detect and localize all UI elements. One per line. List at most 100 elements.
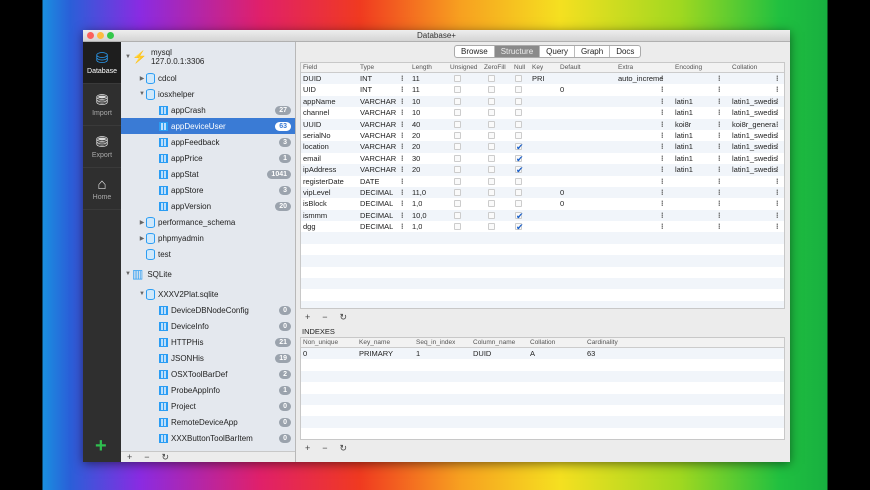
checkbox-null[interactable]: [515, 178, 522, 185]
checkbox-unsigned[interactable]: [454, 200, 461, 207]
cell-length[interactable]: 20: [412, 130, 420, 141]
cell-length[interactable]: 10: [412, 107, 420, 118]
refresh-button[interactable]: ↻: [162, 452, 170, 463]
encoding-stepper-icon[interactable]: ⁝: [718, 210, 721, 221]
cell-field[interactable]: channel: [303, 107, 329, 118]
tab-query[interactable]: Query: [540, 46, 575, 57]
index-row[interactable]: 0PRIMARY1DUIDA63: [301, 348, 784, 359]
encoding-stepper-icon[interactable]: ⁝: [718, 164, 721, 175]
cell-field[interactable]: appName: [303, 96, 336, 107]
cell-default[interactable]: 0: [560, 187, 564, 198]
checkbox-null[interactable]: [515, 75, 522, 82]
tree-connection-item[interactable]: ▼⚡mysql127.0.0.1:3306: [121, 44, 295, 70]
cell-field[interactable]: dgg: [303, 221, 316, 232]
disclosure-open-icon[interactable]: ▼: [124, 54, 132, 60]
checkbox-zerofill[interactable]: [488, 212, 495, 219]
extra-stepper-icon[interactable]: ⁝: [661, 153, 664, 164]
encoding-stepper-icon[interactable]: ⁝: [718, 73, 721, 84]
refresh-button[interactable]: ↻: [340, 312, 348, 323]
extra-stepper-icon[interactable]: ⁝: [661, 176, 664, 187]
tab-docs[interactable]: Docs: [610, 46, 640, 57]
collation-stepper-icon[interactable]: ⁝: [776, 130, 779, 141]
index-row[interactable]: [301, 371, 784, 382]
checkbox-zerofill[interactable]: [488, 143, 495, 150]
encoding-stepper-icon[interactable]: ⁝: [718, 198, 721, 209]
close-button[interactable]: [87, 32, 94, 39]
table-row[interactable]: ismmmDECIMAL10,0✔⁝⁝⁝⁝: [301, 210, 784, 221]
cell-field[interactable]: vipLevel: [303, 187, 331, 198]
index-row[interactable]: [301, 405, 784, 416]
index-row[interactable]: [301, 394, 784, 405]
tree-table-item[interactable]: DeviceDBNodeConfig0: [121, 302, 295, 318]
tree-table-item[interactable]: appPrice1: [121, 150, 295, 166]
add-connection-button[interactable]: +: [95, 435, 107, 458]
remove-button[interactable]: −: [144, 452, 149, 462]
checkbox-null[interactable]: ✔: [515, 212, 522, 219]
table-row[interactable]: ipAddressVARCHAR20✔latin1latin1_swedis⁝⁝…: [301, 164, 784, 175]
extra-stepper-icon[interactable]: ⁝: [661, 96, 664, 107]
cell-default[interactable]: 0: [560, 84, 564, 95]
tree-table-item[interactable]: JSONHis19: [121, 350, 295, 366]
collation-stepper-icon[interactable]: ⁝: [776, 96, 779, 107]
checkbox-unsigned[interactable]: [454, 212, 461, 219]
table-row[interactable]: [301, 244, 784, 255]
encoding-stepper-icon[interactable]: ⁝: [718, 176, 721, 187]
cell-length[interactable]: 11: [412, 84, 420, 95]
cell-field[interactable]: UID: [303, 84, 316, 95]
tree-table-item[interactable]: appStore3: [121, 182, 295, 198]
tree-database-item[interactable]: ▼iosxhelper: [121, 86, 295, 102]
cell-length[interactable]: 20: [412, 164, 420, 175]
collation-stepper-icon[interactable]: ⁝: [776, 221, 779, 232]
cell-length[interactable]: 11: [412, 73, 420, 84]
tree-database-item[interactable]: test: [121, 246, 295, 262]
tree-table-item[interactable]: RemoteDeviceApp0: [121, 414, 295, 430]
checkbox-unsigned[interactable]: [454, 155, 461, 162]
table-row[interactable]: UUIDVARCHAR40koi8rkoi8r_genera⁝⁝⁝⁝: [301, 119, 784, 130]
checkbox-zerofill[interactable]: [488, 98, 495, 105]
collation-stepper-icon[interactable]: ⁝: [776, 84, 779, 95]
checkbox-null[interactable]: ✔: [515, 166, 522, 173]
checkbox-zerofill[interactable]: [488, 132, 495, 139]
table-row[interactable]: DUIDINT11PRIauto_increme⁝⁝⁝⁝: [301, 73, 784, 84]
checkbox-unsigned[interactable]: [454, 121, 461, 128]
encoding-stepper-icon[interactable]: ⁝: [718, 130, 721, 141]
collation-stepper-icon[interactable]: ⁝: [776, 210, 779, 221]
sidebar-item-database[interactable]: ⛁Database: [83, 42, 121, 84]
zoom-button[interactable]: [107, 32, 114, 39]
table-row[interactable]: locationVARCHAR20✔latin1latin1_swedis⁝⁝⁝…: [301, 141, 784, 152]
type-stepper-icon[interactable]: ⁝: [401, 119, 404, 130]
encoding-stepper-icon[interactable]: ⁝: [718, 221, 721, 232]
disclosure-open-icon[interactable]: ▼: [124, 271, 132, 277]
checkbox-null[interactable]: [515, 98, 522, 105]
table-row[interactable]: registerDateDATE⁝⁝⁝⁝: [301, 176, 784, 187]
table-row[interactable]: [301, 267, 784, 278]
checkbox-zerofill[interactable]: [488, 189, 495, 196]
checkbox-null[interactable]: [515, 189, 522, 196]
cell-field[interactable]: isBlock: [303, 198, 327, 209]
extra-stepper-icon[interactable]: ⁝: [661, 198, 664, 209]
encoding-stepper-icon[interactable]: ⁝: [718, 119, 721, 130]
extra-stepper-icon[interactable]: ⁝: [661, 221, 664, 232]
cell-length[interactable]: 1,0: [412, 198, 422, 209]
cell-field[interactable]: DUID: [303, 73, 321, 84]
disclosure-closed-icon[interactable]: ▶: [138, 235, 146, 242]
index-row[interactable]: [301, 359, 784, 370]
index-row[interactable]: [301, 428, 784, 439]
type-stepper-icon[interactable]: ⁝: [401, 164, 404, 175]
checkbox-unsigned[interactable]: [454, 86, 461, 93]
tree-database-item[interactable]: ▶performance_schema: [121, 214, 295, 230]
collation-stepper-icon[interactable]: ⁝: [776, 73, 779, 84]
tree-table-item[interactable]: HTTPHis21: [121, 334, 295, 350]
remove-field-button[interactable]: −: [322, 312, 327, 323]
table-row[interactable]: dggDECIMAL1,0✔⁝⁝⁝⁝: [301, 221, 784, 232]
tree-table-item[interactable]: appStat1041: [121, 166, 295, 182]
sidebar-item-home[interactable]: ⌂Home: [83, 168, 121, 210]
cell-field[interactable]: ipAddress: [303, 164, 336, 175]
checkbox-zerofill[interactable]: [488, 178, 495, 185]
checkbox-null[interactable]: ✔: [515, 155, 522, 162]
checkbox-unsigned[interactable]: [454, 132, 461, 139]
table-row[interactable]: appNameVARCHAR10latin1latin1_swedis⁝⁝⁝⁝: [301, 96, 784, 107]
table-row[interactable]: UIDINT110⁝⁝⁝⁝: [301, 84, 784, 95]
checkbox-zerofill[interactable]: [488, 223, 495, 230]
tree-table-item[interactable]: appCrash27: [121, 102, 295, 118]
